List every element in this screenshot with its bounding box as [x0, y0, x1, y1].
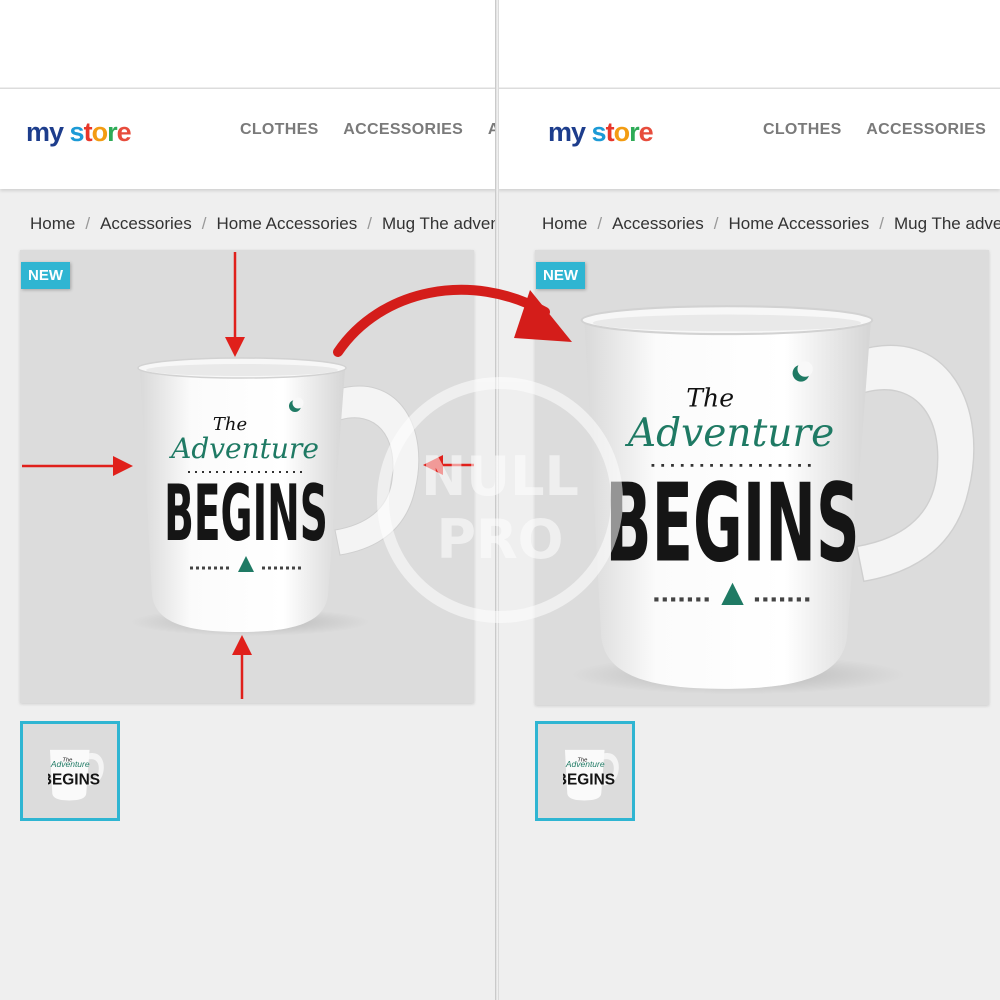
mug-text-adventure: Adventure	[625, 411, 834, 456]
breadcrumb-accessories[interactable]: Accessories	[100, 214, 192, 233]
breadcrumb-home[interactable]: Home	[542, 214, 587, 233]
breadcrumb-home-accessories[interactable]: Home Accessories	[728, 214, 869, 233]
top-bar	[498, 0, 1000, 87]
new-badge: NEW	[536, 262, 585, 289]
store-logo[interactable]: my store	[26, 117, 132, 148]
nav-item-accessories[interactable]: ACCESSORIES	[343, 121, 463, 139]
site-header: my store CLOTHES ACCESSORIES ART	[0, 88, 497, 189]
main-nav: CLOTHES ACCESSORIES ART	[240, 121, 497, 139]
product-cover-image[interactable]: NEW The Adventure BEGINS	[20, 250, 474, 703]
mug-text-begins: BEGINS	[605, 460, 859, 586]
mug-text-the: The	[686, 384, 734, 413]
breadcrumb-home[interactable]: Home	[30, 214, 75, 233]
mug-text-begins: BEGINS	[164, 468, 328, 558]
breadcrumb-separator: /	[367, 214, 372, 233]
panel-after: my store CLOTHES ACCESSORIES ART Home / Ac…	[498, 0, 1000, 1000]
mug-image-zoomed: The Adventure BEGINS	[570, 305, 975, 695]
mug-text-adventure: Adventure	[168, 432, 319, 465]
panel-before: my store CLOTHES ACCESSORIES ART Home / Ac…	[0, 0, 497, 1000]
store-logo[interactable]: my store	[548, 117, 654, 148]
breadcrumb-separator: /	[201, 214, 207, 233]
thumb-text-adventure: Adventure	[565, 759, 605, 769]
mug-image: The Adventure BEGINS	[130, 357, 420, 636]
thumb-text-adventure: Adventure	[50, 759, 90, 769]
new-badge: NEW	[21, 262, 70, 289]
split-divider	[495, 0, 499, 1000]
nav-item-clothes[interactable]: CLOTHES	[240, 121, 319, 139]
breadcrumb: Home / Accessories / Home Accessories / Mug Th…	[30, 214, 497, 234]
breadcrumb-separator: /	[597, 214, 603, 233]
breadcrumb-separator: /	[85, 214, 91, 233]
thumbnail-mug-image: The Adventure BEGINS	[563, 749, 619, 801]
breadcrumb-current: Mug The advent	[381, 214, 497, 233]
breadcrumb-home-accessories[interactable]: Home Accessories	[216, 214, 357, 233]
product-thumbnail[interactable]: The Adventure BEGINS	[20, 721, 120, 821]
breadcrumb: Home / Accessories / Home Accessories / Mug Th…	[542, 214, 1000, 234]
breadcrumb-separator: /	[713, 214, 719, 233]
main-nav: CLOTHES ACCESSORIES ART	[763, 121, 1000, 139]
nav-item-accessories[interactable]: ACCESSORIES	[866, 121, 986, 139]
thumbnail-mug-image: The Adventure BEGINS	[48, 749, 104, 801]
thumb-text-begins: BEGINS	[48, 772, 100, 789]
breadcrumb-current: Mug The advent	[893, 214, 1000, 233]
site-header: my store CLOTHES ACCESSORIES ART	[498, 88, 1000, 189]
breadcrumb-separator: /	[879, 214, 884, 233]
breadcrumb-accessories[interactable]: Accessories	[612, 214, 704, 233]
nav-item-clothes[interactable]: CLOTHES	[763, 121, 842, 139]
thumb-text-begins: BEGINS	[563, 772, 615, 789]
top-bar	[0, 0, 497, 87]
product-thumbnail[interactable]: The Adventure BEGINS	[535, 721, 635, 821]
product-cover-image-zoomed[interactable]: NEW The Adventure BEGINS	[535, 250, 989, 705]
